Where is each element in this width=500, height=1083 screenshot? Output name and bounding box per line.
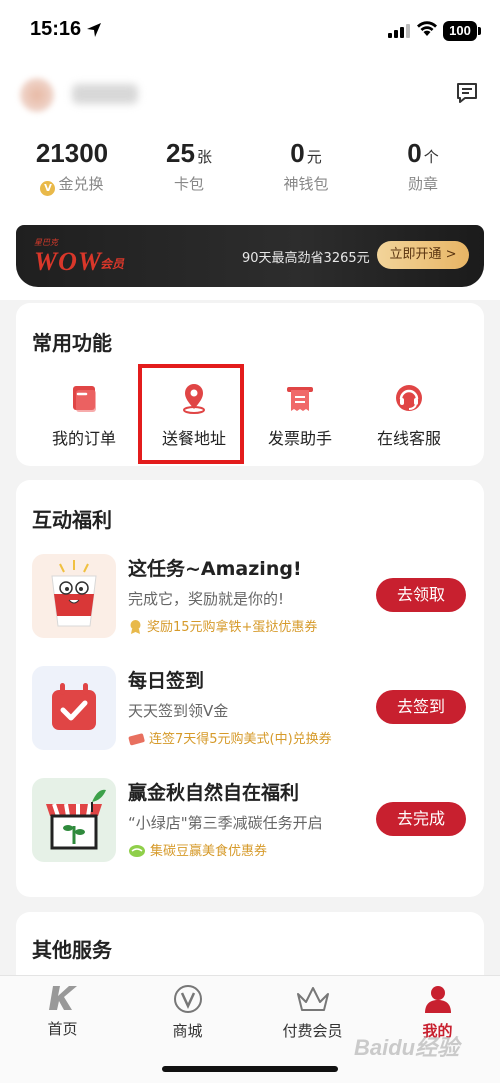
func-label: 在线客服	[376, 429, 441, 448]
common-functions-card: 常用功能 我的订单 送餐地址 发票助手 在线客服	[16, 303, 484, 466]
nav-home[interactable]: 首页	[0, 984, 125, 1039]
watermark: Baidu经验	[354, 1035, 460, 1060]
profile-icon	[424, 986, 451, 1013]
stat-wallet[interactable]: 0元 神钱包	[251, 138, 361, 194]
stat-label: 勋章	[407, 175, 438, 193]
wow-member-banner[interactable]: 星巴克 WOW 会员 90天最高劲省3265元 立即开通 >	[16, 225, 484, 287]
order-icon	[73, 386, 96, 412]
headset-icon	[396, 385, 422, 411]
stat-unit: 元	[306, 148, 322, 166]
func-label: 发票助手	[267, 429, 332, 448]
signal-icon	[388, 24, 410, 38]
complete-button[interactable]: 去完成	[376, 802, 466, 836]
stat-value: 25	[166, 138, 195, 168]
section-title: 常用功能	[32, 331, 112, 355]
message-icon[interactable]	[455, 81, 479, 105]
wifi-icon	[417, 21, 437, 36]
cup-mascot-icon	[51, 560, 97, 627]
task-desc: “小绿店"第三季减碳任务开启	[128, 814, 323, 832]
stat-label: 金兑换	[58, 175, 104, 193]
avatar[interactable]	[20, 78, 54, 112]
mall-v-icon	[173, 985, 202, 1013]
status-time: 15:16	[30, 18, 82, 40]
stat-label: 神钱包	[283, 175, 329, 193]
wow-member-label: 会员	[100, 257, 125, 271]
checkin-button[interactable]: 去签到	[376, 690, 466, 724]
task-item: 赢金秋自然自在福利 “小绿店"第三季减碳任务开启 集碳豆赢美食优惠券 去完成	[32, 778, 472, 864]
stat-points[interactable]: 21300 V 金兑换	[17, 138, 127, 196]
crown-icon	[296, 987, 329, 1011]
task-item: 每日签到 天天签到领V金 连签7天得5元购美式(中)兑换券 去签到	[32, 666, 472, 752]
task-reward-text: 集碳豆赢美食优惠券	[150, 844, 268, 859]
reward-medal-icon	[130, 620, 141, 634]
task-title: 这任务~Amazing!	[128, 558, 302, 580]
home-k-icon	[48, 986, 77, 1010]
nav-label: 商城	[172, 1022, 203, 1040]
v-coin-icon: V	[40, 181, 56, 196]
invoice-icon	[287, 387, 313, 411]
section-title: 其他服务	[32, 938, 112, 962]
task-title: 每日签到	[128, 670, 205, 692]
task-title: 赢金秋自然自在福利	[128, 782, 300, 804]
section-title: 互动福利	[32, 508, 112, 532]
task-thumbnail	[32, 778, 116, 862]
battery-tip	[478, 27, 481, 35]
task-reward: 集碳豆赢美食优惠券	[128, 840, 267, 859]
func-label: 我的订单	[51, 429, 116, 448]
task-item: 这任务~Amazing! 完成它，奖励就是你的! 奖励15元购拿铁+蛋挞优惠券 …	[32, 554, 472, 640]
calendar-check-icon	[52, 683, 96, 730]
func-my-orders[interactable]: 我的订单	[36, 381, 132, 449]
open-membership-button[interactable]: 立即开通 >	[377, 241, 469, 269]
stat-value: 0	[290, 138, 305, 168]
home-indicator[interactable]	[162, 1066, 338, 1072]
wow-promo-text: 90天最高劲省3265元	[242, 251, 370, 266]
stat-unit: 个	[423, 148, 439, 166]
nav-mall[interactable]: 商城	[125, 984, 250, 1041]
location-arrow-icon	[87, 23, 101, 37]
task-thumbnail	[32, 554, 116, 638]
interactive-benefits-card: 互动福利 这任务~Amazing! 完成它，奖励就是你的! 奖励15元购拿铁+蛋…	[16, 480, 484, 897]
green-store-icon	[46, 789, 106, 850]
nav-label: 首页	[47, 1020, 78, 1038]
task-thumbnail	[32, 666, 116, 750]
func-invoice-assistant[interactable]: 发票助手	[252, 381, 348, 449]
username-blurred	[72, 84, 138, 104]
func-online-service[interactable]: 在线客服	[361, 381, 457, 449]
annotation-highlight-box	[138, 364, 244, 464]
wow-logo: WOW	[34, 247, 103, 276]
task-reward-text: 奖励15元购拿铁+蛋挞优惠券	[147, 620, 318, 635]
task-reward: 奖励15元购拿铁+蛋挞优惠券	[128, 616, 317, 635]
task-desc: 天天签到领V金	[128, 702, 229, 720]
stat-badges[interactable]: 0个 勋章	[368, 138, 478, 194]
claim-button[interactable]: 去领取	[376, 578, 466, 612]
stat-label-wrap: V 金兑换	[17, 173, 127, 196]
status-bar: 15:16 100	[0, 0, 500, 62]
stat-value: 21300	[35, 138, 109, 168]
battery-indicator: 100	[443, 21, 477, 41]
task-desc: 完成它，奖励就是你的!	[128, 590, 285, 608]
stat-unit: 张	[196, 148, 212, 166]
task-reward-text: 连签7天得5元购美式(中)兑换券	[149, 732, 332, 747]
stat-label: 卡包	[173, 175, 204, 193]
coupon-ticket-icon	[128, 733, 145, 746]
task-reward: 连签7天得5元购美式(中)兑换券	[128, 728, 332, 747]
stat-cards[interactable]: 25 张 卡包	[134, 138, 244, 194]
stat-value: 0	[407, 138, 422, 168]
carbon-bean-icon	[129, 845, 145, 857]
